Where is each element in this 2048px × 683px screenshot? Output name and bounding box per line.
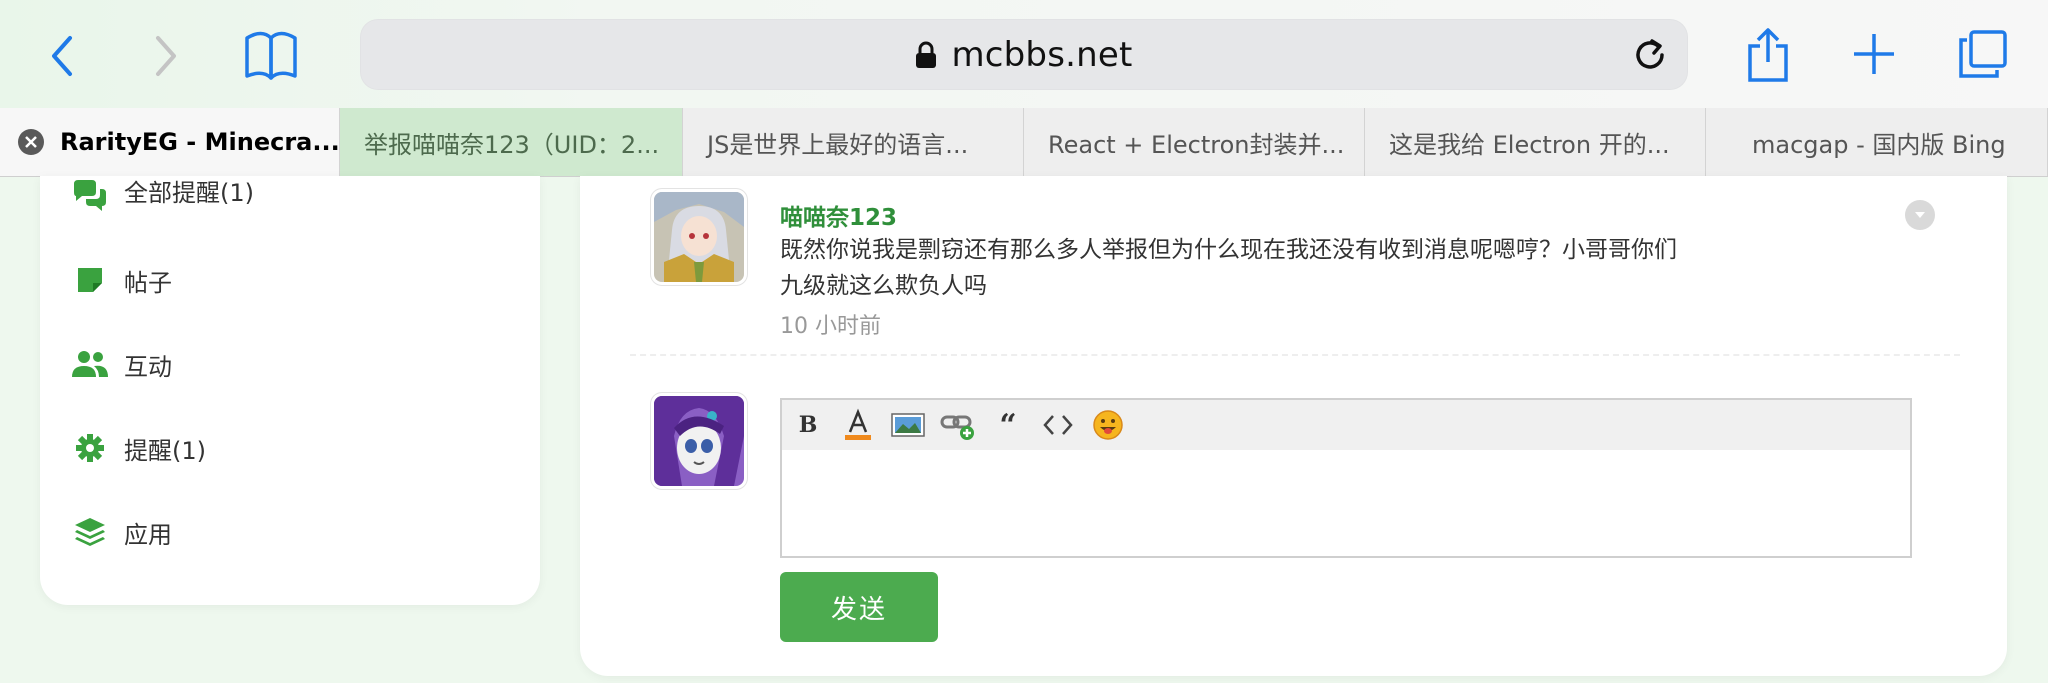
chevron-right-icon: [156, 36, 176, 76]
sidebar-item-label: 提醒(1): [124, 436, 206, 465]
editor-toolbar: B “: [782, 400, 1910, 450]
image-icon: [891, 413, 925, 437]
comment-line: 既然你说我是剽窃还有那么多人举报但为什么现在我还没有收到消息呢嗯哼？小哥哥你们: [780, 237, 1677, 263]
sidebar-item-label: 帖子: [124, 268, 172, 297]
lock-icon: [915, 41, 937, 69]
sidebar-item-label: 全部提醒(1): [124, 178, 254, 207]
bookmarks-button[interactable]: [240, 28, 302, 84]
user-avatar[interactable]: [654, 396, 744, 486]
sidebar-item-interactions[interactable]: 互动: [70, 344, 172, 384]
book-icon: [245, 31, 297, 80]
sidebar-item-apps[interactable]: 应用: [70, 512, 172, 552]
tab-rarityeg[interactable]: RarityEG - Minecra...: [0, 108, 340, 176]
tab-label: JS是世界上最好的语言...: [707, 130, 969, 159]
chevron-left-icon: [52, 36, 72, 76]
tab-react-electron[interactable]: React + Electron封装并...: [1024, 108, 1365, 176]
plus-icon: [1854, 34, 1894, 74]
tab-electron[interactable]: 这是我给 Electron 开的...: [1365, 108, 1706, 176]
chat-bubbles-icon: [70, 176, 110, 216]
users-icon: [70, 344, 110, 384]
text-color-button[interactable]: [840, 407, 876, 443]
bold-button[interactable]: B: [790, 407, 826, 443]
sidebar-item-reminders[interactable]: 提醒(1): [70, 428, 206, 468]
browser-toolbar: mcbbs.net: [0, 0, 2048, 115]
chevron-down-icon: [1915, 212, 1925, 218]
emoji-icon: [1093, 410, 1123, 440]
emoji-button[interactable]: [1090, 407, 1126, 443]
commenter-avatar[interactable]: [654, 192, 744, 282]
tab-macgap[interactable]: macgap - 国内版 Bing: [1706, 108, 2048, 176]
code-icon: [1043, 415, 1073, 435]
tab-js[interactable]: JS是世界上最好的语言...: [683, 108, 1024, 176]
address-bar[interactable]: mcbbs.net: [360, 19, 1688, 90]
tab-report[interactable]: 举报喵喵奈123（UID：2...: [340, 108, 683, 176]
share-button[interactable]: [1742, 24, 1794, 84]
layers-icon: [70, 512, 110, 552]
reply-editor: B “: [780, 398, 1912, 558]
code-button[interactable]: [1040, 407, 1076, 443]
send-button[interactable]: 发送: [780, 572, 938, 642]
post-note-icon: [70, 260, 110, 300]
sidebar-item-label: 互动: [124, 352, 172, 381]
comment-menu-button[interactable]: [1905, 200, 1935, 230]
tab-bar: RarityEG - Minecra... 举报喵喵奈123（UID：2... …: [0, 108, 2048, 177]
comment-author[interactable]: 喵喵奈123: [780, 198, 897, 232]
reload-icon: [1636, 39, 1664, 69]
quote-button[interactable]: “: [990, 407, 1026, 443]
tabs-overview-button[interactable]: [1956, 28, 2010, 80]
divider: [630, 354, 1960, 356]
sidebar: 全部提醒(1) 帖子 互动 提醒(1) 应用: [40, 176, 540, 605]
sidebar-item-label: 应用: [124, 520, 172, 549]
sidebar-item-all-notifications[interactable]: 全部提醒(1): [70, 176, 254, 216]
tab-label: 这是我给 Electron 开的...: [1389, 130, 1670, 159]
tabs-icon: [1959, 30, 2007, 78]
insert-link-button[interactable]: [940, 407, 976, 443]
sidebar-item-posts[interactable]: 帖子: [70, 260, 172, 300]
new-tab-button[interactable]: [1850, 30, 1898, 78]
tab-label: React + Electron封装并...: [1048, 130, 1345, 159]
close-tab-icon[interactable]: [18, 129, 44, 155]
forward-button[interactable]: [144, 30, 188, 82]
insert-image-button[interactable]: [890, 407, 926, 443]
tab-label: 举报喵喵奈123（UID：2...: [364, 130, 660, 159]
comment-line: 九级就这么欺负人吗: [780, 273, 987, 299]
comment-text: 既然你说我是剽窃还有那么多人举报但为什么现在我还没有收到消息呢嗯哼？小哥哥你们 …: [780, 232, 1730, 304]
notification-panel: 喵喵奈123 既然你说我是剽窃还有那么多人举报但为什么现在我还没有收到消息呢嗯哼…: [580, 176, 2007, 676]
comment-time: 10 小时前: [780, 314, 881, 339]
share-icon: [1748, 28, 1788, 82]
link-icon: [940, 415, 974, 440]
tab-label: macgap - 国内版 Bing: [1752, 130, 2006, 159]
reply-textarea[interactable]: [782, 450, 1910, 554]
gear-icon: [70, 428, 110, 468]
reload-button[interactable]: [1630, 35, 1670, 75]
text-color-icon: [845, 408, 871, 440]
url-text: mcbbs.net: [951, 34, 1133, 75]
back-button[interactable]: [40, 30, 84, 82]
tab-label: RarityEG - Minecra...: [60, 128, 340, 156]
